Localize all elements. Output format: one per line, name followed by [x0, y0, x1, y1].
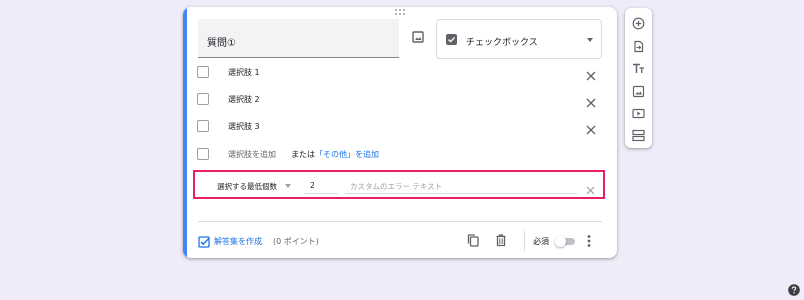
- min-count-input[interactable]: 2: [304, 176, 338, 194]
- active-card-indicator: [183, 7, 187, 258]
- vertical-divider: [524, 231, 525, 251]
- chevron-down-icon: [587, 38, 593, 42]
- option-label-input[interactable]: 選択肢 2: [228, 94, 260, 105]
- duplicate-icon[interactable]: [466, 232, 480, 247]
- option-label-input[interactable]: 選択肢 3: [228, 121, 260, 132]
- option-label-input[interactable]: 選択肢 1: [228, 67, 260, 78]
- checkbox-checked-icon: [446, 34, 457, 45]
- or-text: または: [291, 150, 315, 159]
- option-row: 選択肢 3: [197, 119, 597, 135]
- add-option-row: 選択肢を追加 または 「その他」を追加: [197, 147, 597, 163]
- footer-divider: [198, 221, 602, 222]
- import-questions-icon[interactable]: [632, 38, 645, 53]
- add-video-icon[interactable]: [632, 105, 645, 119]
- question-card[interactable]: 質問① チェックボックス 選択肢 1 選択肢 2 選択肢 3 選択肢を追加 また…: [183, 7, 617, 258]
- question-type-label: チェックボックス: [466, 38, 538, 48]
- chevron-down-icon[interactable]: [285, 184, 291, 188]
- checkbox-icon: [197, 66, 209, 78]
- answer-key-icon[interactable]: [198, 233, 210, 248]
- question-title-input[interactable]: 質問①: [198, 19, 399, 58]
- checkbox-icon: [197, 93, 209, 105]
- more-vert-icon[interactable]: [586, 233, 592, 247]
- help-icon[interactable]: [788, 281, 800, 296]
- trash-icon[interactable]: [494, 232, 508, 247]
- checkbox-icon: [197, 148, 209, 160]
- required-toggle[interactable]: [555, 236, 577, 247]
- image-icon[interactable]: [412, 28, 424, 43]
- required-label: 必須: [533, 237, 549, 246]
- question-type-dropdown[interactable]: チェックボックス: [436, 19, 602, 59]
- option-row: 選択肢 2: [197, 92, 597, 108]
- toggle-thumb: [555, 236, 566, 247]
- add-other-link[interactable]: 「その他」を追加: [315, 149, 379, 160]
- close-icon[interactable]: [586, 180, 595, 195]
- add-title-icon[interactable]: [632, 60, 645, 73]
- custom-error-input[interactable]: カスタムのエラー テキスト: [345, 176, 577, 194]
- option-row: 選択肢 1: [197, 65, 597, 81]
- answer-key-button[interactable]: 解答集を作成: [214, 236, 262, 247]
- add-option-button[interactable]: 選択肢を追加: [228, 149, 276, 160]
- checkbox-icon: [197, 120, 209, 132]
- remove-option-icon[interactable]: [586, 93, 596, 108]
- validation-rule-select[interactable]: 選択する最低個数: [217, 181, 277, 192]
- add-image-icon[interactable]: [632, 83, 645, 98]
- floating-toolbar: [625, 8, 652, 148]
- add-section-icon[interactable]: [632, 127, 645, 142]
- remove-option-icon[interactable]: [586, 66, 596, 81]
- remove-option-icon[interactable]: [586, 120, 596, 135]
- drag-handle-icon[interactable]: [395, 9, 405, 15]
- add-question-icon[interactable]: [632, 15, 645, 30]
- points-label: (0 ポイント): [273, 237, 319, 246]
- response-validation-row: 選択する最低個数 2 カスタムのエラー テキスト: [193, 170, 605, 199]
